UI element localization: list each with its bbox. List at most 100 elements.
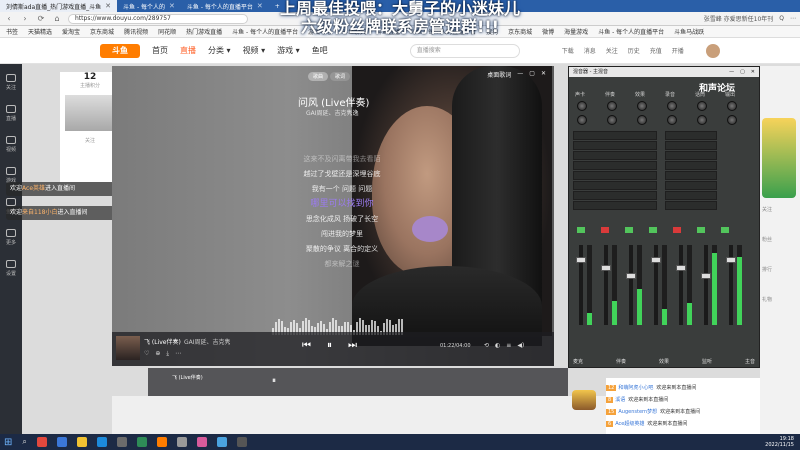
broadcast-icon[interactable]: 开播 [672, 46, 684, 55]
sidebar-item-video[interactable]: 视频 [5, 136, 16, 153]
taskbar-app-icon[interactable] [176, 437, 187, 447]
close-icon[interactable]: ✕ [751, 67, 755, 77]
avatar[interactable] [705, 43, 720, 58]
download-icon[interactable]: 下载 [562, 46, 574, 55]
taskbar-app-icon[interactable] [56, 437, 67, 447]
follow-button[interactable]: 关注 [60, 137, 120, 144]
mixer-fader-handle[interactable] [651, 257, 661, 263]
next-icon[interactable]: ⏭ [348, 340, 357, 351]
mixer-slot[interactable] [573, 201, 657, 210]
maximize-icon[interactable]: ▢ [740, 67, 745, 77]
taskbar-app-icon[interactable] [96, 437, 107, 447]
right-panel-item[interactable]: 礼物 [762, 296, 772, 303]
add-icon[interactable]: ⊕ [155, 350, 160, 358]
anchor-photo[interactable] [65, 95, 115, 131]
mixer-fader-handle[interactable] [676, 265, 686, 271]
effect-icon[interactable]: ◐ [495, 342, 500, 349]
bookmark-item[interactable]: 爱淘宝 [62, 27, 80, 36]
bookmark-item[interactable]: 同花顺 [158, 27, 176, 36]
mixer-slot[interactable] [573, 171, 657, 180]
right-panel-item[interactable]: 粉丝 [762, 236, 772, 243]
mixer-fader-handle[interactable] [601, 265, 611, 271]
mixer-knob[interactable] [607, 101, 617, 111]
mixer-knob[interactable] [667, 115, 677, 125]
mixer-slot[interactable] [665, 201, 717, 210]
nav-home[interactable]: 首页 [152, 45, 168, 56]
sidebar-item-more[interactable]: 更多 [5, 229, 16, 246]
system-clock[interactable]: 19:18 2022/11/15 [765, 436, 800, 448]
mixer-fader-handle[interactable] [576, 257, 586, 263]
desktop-lyrics-button[interactable]: 桌面歌词 [487, 70, 511, 79]
minimize-icon[interactable]: — [729, 67, 734, 77]
mixer-slot[interactable] [573, 191, 657, 200]
mixer-knob[interactable] [637, 101, 647, 111]
url-field[interactable]: https://www.douyu.com/289757 [68, 13, 248, 24]
mixer-slot[interactable] [665, 151, 717, 160]
right-panel-item[interactable]: 关注 [762, 206, 772, 213]
mixer-knob[interactable] [727, 101, 737, 111]
mixer-fader-handle[interactable] [726, 257, 736, 263]
toggle-song[interactable]: 歌曲 [308, 72, 329, 81]
menu-icon[interactable]: ⋯ [790, 15, 796, 22]
taskbar-app-icon[interactable] [76, 437, 87, 447]
mixer-knob[interactable] [667, 101, 677, 111]
pause-icon[interactable]: ⏸ [327, 340, 332, 351]
nav-live[interactable]: 直播 [180, 45, 196, 56]
bookmark-item[interactable]: 热门游戏直播 [186, 27, 222, 36]
bookmark-item[interactable]: 京东商城 [90, 27, 114, 36]
taskbar-app-icon[interactable] [236, 437, 247, 447]
nav-yuba[interactable]: 鱼吧 [312, 45, 328, 56]
nav-video[interactable]: 视频 ▾ [243, 45, 266, 56]
playlist-icon[interactable]: ≡ [506, 342, 511, 349]
taskbar-app-icon[interactable] [136, 437, 147, 447]
nav-category[interactable]: 分类 ▾ [208, 45, 231, 56]
mixer-toggle-button[interactable] [577, 227, 585, 233]
bookmark-item[interactable]: 腾讯视频 [124, 27, 148, 36]
mixer-slot[interactable] [573, 141, 657, 150]
taskbar-app-icon[interactable] [116, 437, 127, 447]
site-search-input[interactable]: 直播搜索 [409, 43, 520, 58]
mixer-toggle-button[interactable] [697, 227, 705, 233]
site-logo[interactable]: 斗鱼 [100, 43, 140, 58]
mixer-slot[interactable] [573, 181, 657, 190]
mixer-fader-handle[interactable] [701, 273, 711, 279]
search-icon[interactable]: Q [779, 15, 784, 22]
taskbar-app-icon[interactable] [216, 437, 227, 447]
nav-game[interactable]: 游戏 ▾ [277, 45, 300, 56]
mixer-knob[interactable] [727, 115, 737, 125]
mixer-slot[interactable] [665, 191, 717, 200]
chat-username[interactable]: 来自118小白 [22, 209, 57, 216]
mixer-slot[interactable] [665, 131, 717, 140]
mixer-toggle-button[interactable] [601, 227, 609, 233]
maximize-icon[interactable]: ▢ [529, 70, 535, 79]
chat-username[interactable]: 溪语 [615, 397, 625, 403]
mixer-toggle-button[interactable] [673, 227, 681, 233]
home-icon[interactable]: ⌂ [52, 14, 62, 24]
taskbar-app-icon[interactable] [196, 437, 207, 447]
album-thumbnail[interactable] [116, 336, 140, 360]
chat-username[interactable]: Augenstern梦想 [618, 409, 657, 415]
loop-icon[interactable]: ⟲ [484, 342, 489, 349]
mixer-slot[interactable] [665, 181, 717, 190]
search-suggestion[interactable]: 张雪峰 亦爱思新任10年刊 [704, 14, 774, 23]
sidebar-item-follow[interactable]: 关注 [5, 74, 16, 91]
mixer-toggle-button[interactable] [721, 227, 729, 233]
mixer-knob[interactable] [607, 115, 617, 125]
taskbar-app-icon[interactable] [156, 437, 167, 447]
bookmark-item[interactable]: 斗鱼 - 每个人的直播平台 [598, 27, 664, 36]
chat-username[interactable]: 和萌阿虎小心吧 [618, 385, 653, 391]
close-icon[interactable]: ✕ [541, 70, 546, 79]
follow-icon[interactable]: 关注 [606, 46, 618, 55]
bookmark-item[interactable]: 斗鱼马战跃 [674, 27, 704, 36]
game-thumbnail[interactable] [572, 390, 596, 410]
sidebar-item-settings[interactable]: 设置 [5, 260, 16, 277]
bookmark-item[interactable]: 天猫精选 [28, 27, 52, 36]
previous-icon[interactable]: ⏮ [302, 340, 311, 351]
mixer-knob[interactable] [577, 115, 587, 125]
volume-icon[interactable]: ◀) [517, 342, 524, 349]
mixer-slot[interactable] [665, 171, 717, 180]
history-icon[interactable]: 历史 [628, 46, 640, 55]
mixer-fader-handle[interactable] [626, 273, 636, 279]
more-icon[interactable]: ⋯ [175, 350, 181, 358]
refresh-icon[interactable]: ⟳ [36, 14, 46, 24]
